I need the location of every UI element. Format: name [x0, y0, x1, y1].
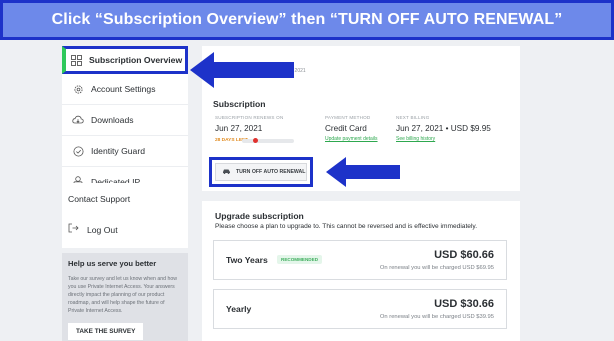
sidebar-item-label: Identity Guard — [91, 146, 145, 156]
update-payment-link[interactable]: Update payment details — [325, 136, 378, 142]
instruction-banner: Click “Subscription Overview” then “TURN… — [0, 0, 614, 40]
cloud-download-icon — [72, 114, 84, 126]
arrow-to-turn-off-button — [326, 157, 400, 187]
turn-off-label: TURN OFF AUTO RENEWAL — [236, 169, 306, 175]
logout-icon — [68, 223, 80, 236]
plan-name: Two Years — [226, 255, 268, 265]
upgrade-description: Please choose a plan to upgrade to. This… — [215, 223, 478, 230]
billing-value: Jun 27, 2021 • USD $9.95 — [396, 124, 491, 133]
plan-renewal-note: On renewal you will be charged USD $39.9… — [379, 314, 494, 320]
subscription-title: Subscription — [213, 99, 266, 109]
shield-check-icon — [72, 145, 84, 157]
sidebar-item-label: Subscription Overview — [89, 55, 183, 65]
arrow-to-subscription-overview — [190, 52, 294, 88]
support-panel: Contact Support Log Out — [62, 183, 188, 248]
sidebar-nav: Subscription Overview Account Settings D… — [62, 46, 188, 198]
log-out-link[interactable]: Log Out — [62, 214, 188, 245]
log-out-label: Log Out — [87, 224, 118, 235]
sidebar-item-downloads[interactable]: Downloads — [62, 105, 188, 136]
renews-caption: SUBSCRIPTION RENEWS ON — [215, 115, 284, 120]
contact-support-label: Contact Support — [68, 193, 131, 204]
gear-icon — [72, 83, 84, 95]
billing-history-link[interactable]: See billing history — [396, 136, 435, 142]
turn-off-auto-renewal-button[interactable]: TURN OFF AUTO RENEWAL — [215, 163, 307, 181]
contact-support-link[interactable]: Contact Support — [62, 183, 188, 214]
grid-icon — [70, 54, 82, 66]
plan-renewal-note: On renewal you will be charged USD $69.9… — [379, 265, 494, 271]
car-icon — [222, 168, 231, 176]
payment-value: Credit Card — [325, 124, 367, 133]
plan-yearly[interactable]: Yearly USD $30.66 On renewal you will be… — [213, 289, 507, 329]
billing-caption: NEXT BILLING — [396, 115, 430, 120]
renews-value: Jun 27, 2021 — [215, 124, 263, 133]
survey-body: Take our survey and let us know when and… — [68, 276, 177, 314]
plan-price: USD $60.66 — [434, 249, 494, 261]
plan-two-years[interactable]: Two Years RECOMMENDED USD $60.66 On rene… — [213, 240, 507, 280]
days-left-marker — [253, 138, 258, 143]
plan-name: Yearly — [226, 304, 252, 314]
take-survey-button[interactable]: TAKE THE SURVEY — [68, 323, 144, 340]
days-left-bar — [242, 139, 294, 143]
sidebar-item-label: Downloads — [91, 115, 134, 125]
sidebar-item-account-settings[interactable]: Account Settings — [62, 74, 188, 105]
plan-price: USD $30.66 — [434, 298, 494, 310]
banner-text: Click “Subscription Overview” then “TURN… — [51, 11, 563, 28]
survey-title: Help us serve you better — [68, 259, 157, 268]
payment-caption: PAYMENT METHOD — [325, 115, 371, 120]
upgrade-title: Upgrade subscription — [215, 211, 304, 221]
sidebar-item-label: Account Settings — [91, 84, 156, 94]
sidebar-item-identity-guard[interactable]: Identity Guard — [62, 136, 188, 167]
sidebar-item-subscription-overview[interactable]: Subscription Overview — [62, 46, 188, 74]
survey-panel: Help us serve you better Take our survey… — [62, 253, 188, 341]
recommended-badge: RECOMMENDED — [277, 255, 323, 264]
